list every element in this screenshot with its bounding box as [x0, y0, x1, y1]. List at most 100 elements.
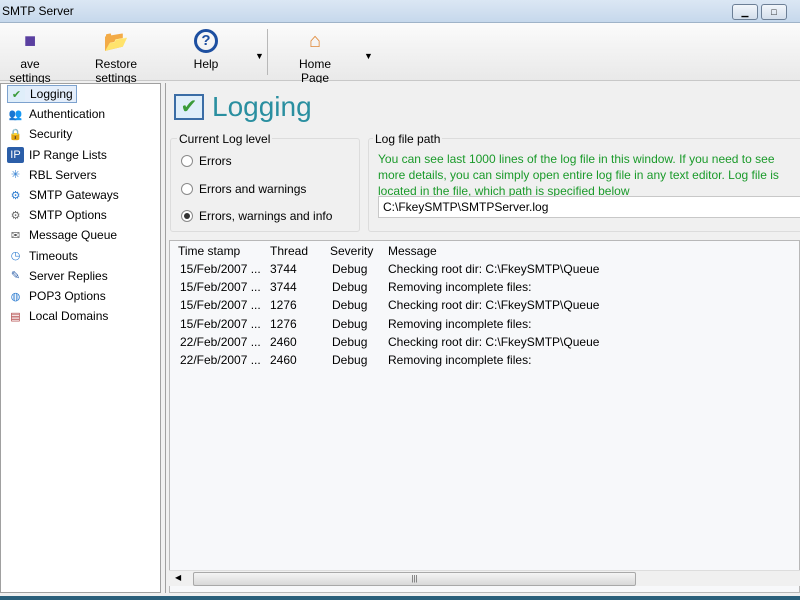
table-cell: Checking root dir: C:\FkeySMTP\Queue [388, 262, 600, 276]
sidebar-item-rbl-servers[interactable]: ✳ RBL Servers [7, 166, 100, 184]
scroll-left-arrow[interactable]: ◀ [175, 573, 181, 582]
sidebar-item-smtp-gateways[interactable]: ⚙ SMTP Gateways [7, 186, 122, 204]
table-cell: 2460 [270, 334, 297, 349]
lock-icon: 🔒 [8, 128, 23, 141]
sidebar-item-label: POP3 Options [29, 289, 106, 303]
radio-label: Errors, warnings and info [199, 209, 333, 223]
help-dropdown-arrow[interactable]: ▼ [255, 51, 264, 61]
table-cell: Removing incomplete files: [388, 280, 532, 295]
radio-button[interactable] [181, 210, 193, 222]
table-row[interactable]: 15/Feb/2007 ... 1276 Debug Checking root di… [170, 296, 800, 314]
queue-icon: ✉ [10, 229, 21, 242]
restore-settings-button[interactable]: 📂 Restore settings [75, 28, 157, 86]
log-table: Time stamp Thread Severity Message 15/Feb/20… [169, 240, 800, 593]
taskbar [0, 596, 800, 600]
restore-label: Restore settings [94, 57, 138, 85]
sidebar-item-pop3-options[interactable]: ◍ POP3 Options [7, 287, 109, 305]
table-cell: Debug [332, 353, 368, 367]
table-row[interactable]: 22/Feb/2007 ... 2460 Debug Checking root di… [170, 333, 800, 351]
table-row[interactable]: 15/Feb/2007 ... 3744 Debug Removing incompl… [170, 278, 800, 296]
sidebar-item-authentication[interactable]: 👥 Authentication [7, 105, 108, 123]
column-header[interactable]: Thread [270, 244, 308, 258]
table-cell: Debug [332, 316, 368, 331]
scrollbar-thumb[interactable]: ||| [193, 572, 636, 586]
table-cell: Debug [332, 262, 368, 276]
sidebar-item-logging[interactable]: ✔ Logging [7, 85, 77, 103]
sidebar-item-label: RBL Servers [29, 167, 97, 182]
table-row[interactable]: 15/Feb/2007 ... 1276 Debug Removing incompl… [170, 315, 800, 333]
table-cell: 1276 [270, 316, 297, 331]
log-path-field[interactable]: C:\FkeySMTP\SMTPServer.log [378, 196, 800, 218]
column-header[interactable]: Message [388, 244, 437, 258]
table-cell: 15/Feb/2007 ... [180, 280, 261, 295]
table-cell: 15/Feb/2007 ... [180, 316, 261, 331]
table-cell: Checking root dir: C:\FkeySMTP\Queue [388, 334, 600, 349]
sidebar-item-server-replies[interactable]: ✎ Server Replies [7, 267, 111, 285]
sidebar-item-message-queue[interactable]: ✉ Message Queue [7, 226, 120, 244]
maximize-button[interactable]: □ [761, 4, 787, 20]
sidebar-item-timeouts[interactable]: ◷ Timeouts [7, 247, 81, 265]
domain-icon: ▤ [10, 310, 21, 323]
table-cell: 3744 [270, 280, 297, 295]
radio-button[interactable] [181, 182, 193, 195]
save-label: ave settings [9, 57, 51, 85]
toolbar: ■ ave settings 📂 Restore settings ? Help… [0, 23, 800, 85]
table-cell: Checking root dir: C:\FkeySMTP\Queue [388, 298, 600, 313]
radio-log-level-2[interactable]: Errors, warnings and info [181, 209, 332, 223]
reply-icon: ✎ [10, 270, 21, 283]
table-cell: Debug [332, 280, 368, 295]
title-bar: SMTP Server ▁ □ [0, 0, 800, 23]
radio-log-level-1[interactable]: Errors and warnings [181, 182, 306, 196]
table-cell: 3744 [270, 262, 297, 276]
sidebar-item-local-domains[interactable]: ▤ Local Domains [7, 307, 111, 325]
clock-icon: ◷ [10, 250, 21, 263]
minimize-button[interactable]: ▁ [732, 4, 758, 20]
column-header[interactable]: Severity [330, 244, 373, 258]
floppy-icon: ■ [23, 29, 37, 52]
sidebar-item-label: SMTP Gateways [29, 188, 119, 202]
sidebar-item-smtp-options[interactable]: ⚙ SMTP Options [7, 206, 110, 224]
table-cell: 1276 [270, 298, 297, 313]
sidebar-item-label: Security [29, 127, 73, 142]
log-path-note: You can see last 1000 lines of the log f… [378, 152, 779, 198]
log-path-label: Log file path [373, 132, 443, 146]
page-title: Logging [212, 91, 312, 122]
network-icon: ✳ [10, 169, 21, 182]
help-button[interactable]: ? Help [185, 28, 227, 71]
sidebar-item-security[interactable]: 🔒 Security [7, 125, 75, 143]
horizontal-scrollbar[interactable]: ◀ ||| [169, 570, 800, 586]
table-cell: 2460 [270, 353, 297, 367]
sidebar-item-label: IP Range Lists [29, 147, 107, 162]
sidebar-item-label: SMTP Options [29, 208, 107, 223]
help-icon: ? [193, 28, 219, 54]
ip-icon: IP [7, 146, 24, 163]
table-row[interactable]: 22/Feb/2007 ... 2460 Debug Removing incompl… [170, 351, 800, 369]
radio-label: Errors [199, 154, 232, 168]
globe-icon: ◍ [10, 290, 21, 303]
table-cell: 22/Feb/2007 ... [180, 353, 261, 367]
table-cell: Debug [332, 298, 368, 313]
sidebar-item-label: Local Domains [29, 309, 109, 324]
radio-label: Errors and warnings [199, 181, 307, 196]
window-title: SMTP Server [2, 4, 74, 18]
table-cell: Debug [332, 334, 368, 349]
radio-button[interactable] [181, 155, 193, 167]
table-cell: 22/Feb/2007 ... [180, 334, 261, 349]
logging-icon: ✔ [174, 94, 204, 120]
page-header: ✔ Logging [174, 91, 312, 123]
save-settings-button[interactable]: ■ ave settings [0, 28, 60, 86]
log-level-label: Current Log level [177, 132, 273, 146]
home-dropdown-arrow[interactable]: ▼ [364, 51, 373, 61]
table-cell: Removing incomplete files: [388, 316, 532, 331]
help-label: Help [193, 57, 219, 71]
toolbar-separator [267, 29, 268, 75]
radio-log-level-0[interactable]: Errors [181, 154, 232, 168]
column-header[interactable]: Time stamp [178, 244, 240, 258]
sidebar: ✔ Logging 👥 Authentication 🔒 Security IP IP Ran… [0, 83, 161, 593]
home-icon: ⌂ [308, 29, 322, 52]
sidebar-item-ip-range-lists[interactable]: IP IP Range Lists [7, 146, 110, 164]
home-page-button[interactable]: ⌂ Home Page [284, 28, 346, 86]
table-cell: 15/Feb/2007 ... [180, 298, 261, 313]
sidebar-item-label: Server Replies [29, 268, 108, 283]
table-row[interactable]: 15/Feb/2007 ... 3744 Debug Checking root di… [170, 260, 800, 278]
